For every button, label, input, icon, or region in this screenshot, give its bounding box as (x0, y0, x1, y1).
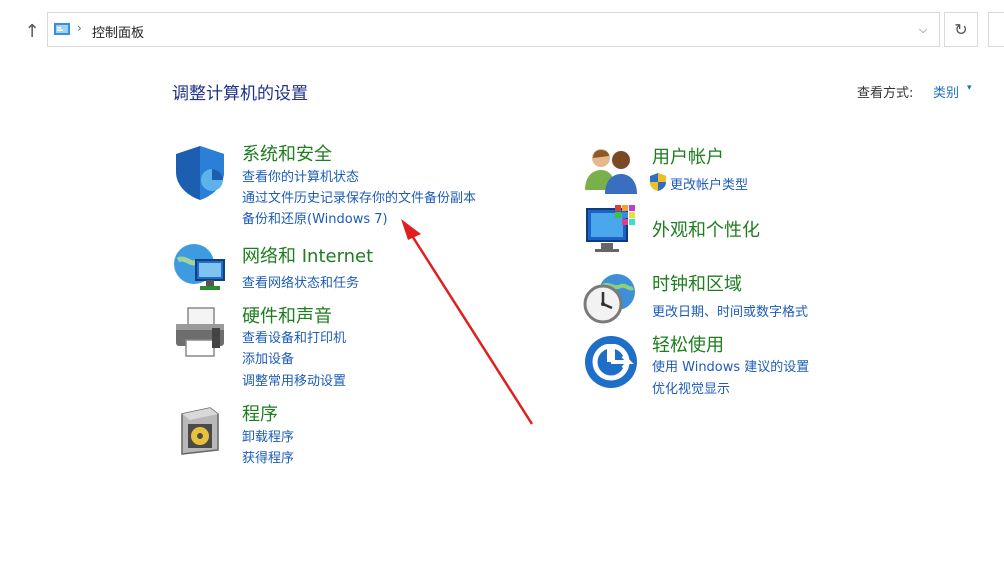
ease-of-access-icon[interactable] (583, 334, 639, 390)
link-change-date-time-format[interactable]: 更改日期、时间或数字格式 (652, 301, 808, 320)
link-file-history-backup[interactable]: 通过文件历史记录保存你的文件备份副本 (242, 187, 476, 206)
link-devices-printers[interactable]: 查看设备和打印机 (242, 327, 346, 346)
search-input[interactable] (988, 12, 1004, 47)
view-mode-caret-icon[interactable]: ▾ (967, 83, 972, 93)
printer-icon[interactable] (172, 304, 228, 360)
link-view-computer-status[interactable]: 查看你的计算机状态 (242, 166, 359, 185)
link-mobility-settings[interactable]: 调整常用移动设置 (242, 370, 346, 389)
category-user-accounts[interactable]: 用户帐户 (652, 143, 724, 169)
category-appearance-personalization[interactable]: 外观和个性化 (652, 216, 760, 242)
chevron-down-icon[interactable]: ⌵ (909, 14, 937, 45)
system-security-icon[interactable] (172, 144, 228, 200)
refresh-icon[interactable]: ↻ (944, 12, 978, 47)
category-clock-region[interactable]: 时钟和区域 (652, 270, 742, 296)
uac-shield-icon (650, 173, 666, 191)
link-optimize-visual-display[interactable]: 优化视觉显示 (652, 378, 730, 397)
network-globe-icon[interactable] (172, 240, 228, 296)
annotation-arrow (401, 219, 534, 425)
page-title: 调整计算机的设置 (172, 84, 308, 104)
category-ease-of-access[interactable]: 轻松使用 (652, 331, 724, 357)
link-get-programs[interactable]: 获得程序 (242, 447, 294, 466)
link-add-device[interactable]: 添加设备 (242, 348, 294, 367)
up-arrow-icon[interactable]: ↑ (20, 20, 44, 44)
clock-region-icon[interactable] (583, 270, 639, 326)
breadcrumb-separator: › (77, 21, 82, 35)
appearance-personalization-icon[interactable] (583, 203, 639, 259)
category-system-security[interactable]: 系统和安全 (242, 140, 332, 166)
breadcrumb-control-panel[interactable]: 控制面板 (92, 22, 144, 41)
category-network-internet[interactable]: 网络和 Internet (242, 242, 373, 268)
link-windows-recommended-settings[interactable]: 使用 Windows 建议的设置 (652, 356, 809, 375)
user-accounts-icon[interactable] (583, 142, 639, 198)
link-change-account-type[interactable]: 更改帐户类型 (670, 174, 748, 193)
programs-icon[interactable] (172, 402, 228, 458)
link-network-status[interactable]: 查看网络状态和任务 (242, 272, 359, 291)
link-uninstall-program[interactable]: 卸载程序 (242, 426, 294, 445)
control-panel-icon (54, 23, 70, 35)
address-bar[interactable]: › 控制面板 ⌵ (47, 12, 940, 47)
view-mode-label: 查看方式: (857, 86, 914, 101)
link-backup-restore-win7[interactable]: 备份和还原(Windows 7) (242, 208, 388, 227)
category-hardware-sound[interactable]: 硬件和声音 (242, 302, 332, 328)
view-mode-dropdown[interactable]: 类别 (933, 82, 959, 101)
category-programs[interactable]: 程序 (242, 400, 278, 426)
